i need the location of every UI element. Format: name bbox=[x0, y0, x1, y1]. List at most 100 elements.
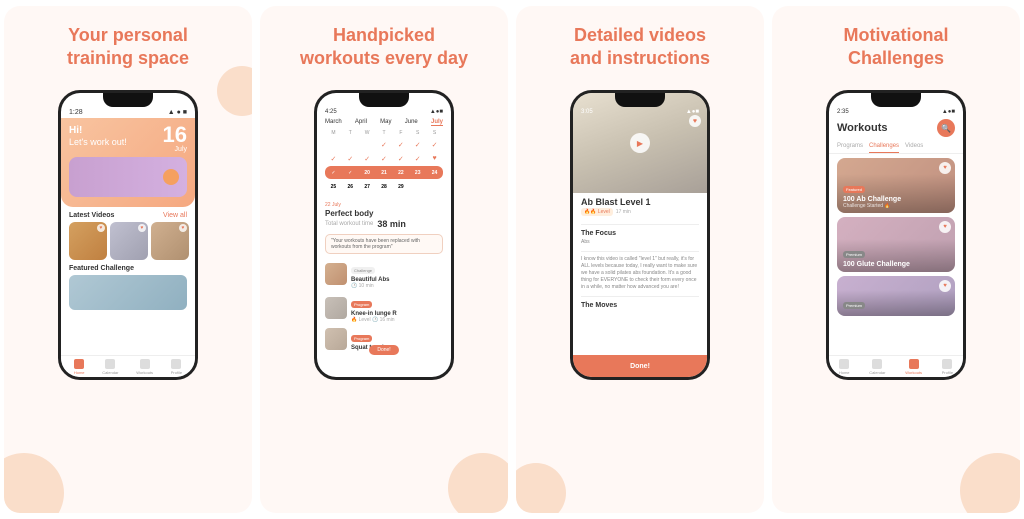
p1-heart-2[interactable]: ♥ bbox=[138, 224, 146, 232]
p4-card-3[interactable]: Premium ♥ bbox=[837, 276, 955, 316]
p4-nav-wo-label: Workouts bbox=[905, 370, 922, 375]
p1-nav-calendar[interactable]: Calendar bbox=[102, 359, 118, 375]
p2-ex-info-1: Challenge Beautiful Abs 🕐 10 min bbox=[351, 259, 443, 289]
panel-1: Your personal training space 1:28 ▲ ● ■ … bbox=[4, 6, 252, 513]
p2-cell-1[interactable] bbox=[325, 138, 342, 151]
p1-nav-home-label: Home bbox=[74, 370, 85, 375]
p2-exercise-2[interactable]: Program Knee-in lunge R 🔥 Level 🕐 16 min bbox=[317, 291, 451, 325]
p2-time: 4:25 bbox=[325, 109, 337, 115]
p1-featured-card[interactable] bbox=[69, 275, 187, 310]
phone-4-notch bbox=[871, 93, 921, 107]
p2-day-f: F bbox=[392, 130, 409, 136]
p3-video[interactable]: 3:05 ▲●■ ▶ ♥ bbox=[573, 93, 707, 193]
p2-cell-22[interactable]: 25 bbox=[325, 180, 342, 193]
p2-cell-28 bbox=[426, 180, 443, 193]
p2-cell-17[interactable]: 20 bbox=[359, 166, 376, 179]
p3-level-badge: 🔥🔥 Level bbox=[581, 208, 613, 216]
p1-video-3[interactable]: ♥ bbox=[151, 222, 189, 260]
p2-cell-14[interactable]: ♥ bbox=[426, 152, 443, 165]
p1-heart-1[interactable]: ♥ bbox=[97, 224, 105, 232]
p3-play-button[interactable]: ▶ bbox=[630, 133, 650, 153]
p2-cell-11[interactable] bbox=[376, 152, 393, 165]
p2-cell-16[interactable]: ✓ bbox=[342, 166, 359, 179]
p3-duration: 17 min bbox=[616, 209, 631, 215]
p2-cell-10[interactable] bbox=[359, 152, 376, 165]
p4-nav-workouts[interactable]: Workouts bbox=[905, 359, 922, 375]
p2-cell-26[interactable]: 29 bbox=[392, 180, 409, 193]
p2-week-4: 25 26 27 28 29 bbox=[325, 180, 443, 193]
p2-week-2: ♥ bbox=[325, 152, 443, 165]
p2-month-may[interactable]: May bbox=[380, 119, 391, 126]
p4-card-2-heart[interactable]: ♥ bbox=[939, 221, 951, 233]
p2-week-1 bbox=[325, 138, 443, 151]
p2-cell-8[interactable] bbox=[325, 152, 342, 165]
p3-workout-meta: 🔥🔥 Level 17 min bbox=[581, 208, 699, 216]
p4-profile-icon bbox=[942, 359, 952, 369]
p2-ex-detail-1: 🕐 10 min bbox=[351, 283, 443, 289]
p2-cell-12[interactable] bbox=[392, 152, 409, 165]
p3-done-button[interactable]: Done! bbox=[630, 363, 650, 370]
p1-nav-profile[interactable]: Profile bbox=[171, 359, 182, 375]
p4-card-3-heart[interactable]: ♥ bbox=[939, 280, 951, 292]
p4-card-1[interactable]: Featured 100 Ab Challenge Challenge Star… bbox=[837, 158, 955, 213]
p4-card-1-badge: Featured bbox=[843, 186, 865, 193]
p4-nav-profile[interactable]: Profile bbox=[942, 359, 953, 375]
p2-month-march[interactable]: March bbox=[325, 119, 342, 126]
p3-divider-2 bbox=[581, 251, 699, 252]
p2-cell-4[interactable] bbox=[376, 138, 393, 151]
p2-cell-21[interactable]: 24 bbox=[426, 166, 443, 179]
p1-date: 16 July bbox=[163, 124, 187, 153]
phone-3-notch bbox=[615, 93, 665, 107]
p4-tab-videos[interactable]: Videos bbox=[905, 141, 923, 153]
p4-tab-challenges[interactable]: Challenges bbox=[869, 141, 899, 153]
p2-cell-3[interactable] bbox=[359, 138, 376, 151]
p4-tab-programs[interactable]: Programs bbox=[837, 141, 863, 153]
p1-video-1[interactable]: ♥ bbox=[69, 222, 107, 260]
p1-nav-wo-label: Workouts bbox=[136, 370, 153, 375]
p2-month-july[interactable]: July bbox=[431, 119, 443, 126]
p1-nav-prof-label: Profile bbox=[171, 370, 182, 375]
p2-cell-23[interactable]: 26 bbox=[342, 180, 359, 193]
p4-card-3-badge: Premium bbox=[843, 302, 865, 309]
p2-cell-7[interactable] bbox=[426, 138, 443, 151]
p1-workouts-icon bbox=[140, 359, 150, 369]
p2-cell-24[interactable]: 27 bbox=[359, 180, 376, 193]
p1-lets-work: Let's work out! bbox=[69, 137, 127, 149]
p1-header: Hi! Let's work out! 16 July bbox=[61, 118, 195, 207]
p2-cell-13[interactable] bbox=[409, 152, 426, 165]
p2-month-april[interactable]: April bbox=[355, 119, 367, 126]
p4-card-1-overlay: Featured 100 Ab Challenge Challenge Star… bbox=[837, 174, 955, 213]
p2-cell-5[interactable] bbox=[392, 138, 409, 151]
p4-card-1-heart[interactable]: ♥ bbox=[939, 162, 951, 174]
p4-nav-calendar[interactable]: Calendar bbox=[869, 359, 885, 375]
p4-nav-home[interactable]: Home bbox=[839, 359, 850, 375]
p1-nav-home[interactable]: Home bbox=[74, 359, 85, 375]
p1-video-2[interactable]: ♥ bbox=[110, 222, 148, 260]
p2-month-june[interactable]: June bbox=[405, 119, 418, 126]
p4-card-1-sub: Challenge Started 🔥 bbox=[843, 203, 949, 209]
p2-done-btn[interactable]: Done! bbox=[369, 345, 399, 355]
p1-heart-3[interactable]: ♥ bbox=[179, 224, 187, 232]
p4-workouts-icon bbox=[909, 359, 919, 369]
p2-cell-9[interactable] bbox=[342, 152, 359, 165]
p2-day-w: W bbox=[359, 130, 376, 136]
p2-time-row: Total workout time 38 min bbox=[325, 219, 443, 229]
p1-nav-workouts[interactable]: Workouts bbox=[136, 359, 153, 375]
p2-cell-19[interactable]: 22 bbox=[392, 166, 409, 179]
p2-cell-15[interactable]: ✓ bbox=[325, 166, 342, 179]
p1-view-all[interactable]: View all bbox=[163, 212, 187, 219]
p4-card-2[interactable]: Premium 100 Glute Challenge ♥ bbox=[837, 217, 955, 272]
p2-cell-6[interactable] bbox=[409, 138, 426, 151]
phone-1-screen: 1:28 ▲ ● ■ Hi! Let's work out! 16 July bbox=[61, 93, 195, 377]
p4-card-3-overlay: Premium bbox=[837, 290, 955, 316]
p1-bottom-nav: Home Calendar Workouts Profile bbox=[61, 355, 195, 377]
panel-3-title: Detailed videos and instructions bbox=[570, 24, 710, 78]
p2-cell-2[interactable] bbox=[342, 138, 359, 151]
p2-cell-20[interactable]: 23 bbox=[409, 166, 426, 179]
p2-exercise-1[interactable]: Challenge Beautiful Abs 🕐 10 min bbox=[317, 257, 451, 291]
p4-search-button[interactable]: 🔍 bbox=[937, 119, 955, 137]
p2-ex-thumb-2 bbox=[325, 297, 347, 319]
panel-3: Detailed videos and instructions 3:05 ▲●… bbox=[516, 6, 764, 513]
p2-cell-25[interactable]: 28 bbox=[376, 180, 393, 193]
p2-cell-18[interactable]: 21 bbox=[376, 166, 393, 179]
